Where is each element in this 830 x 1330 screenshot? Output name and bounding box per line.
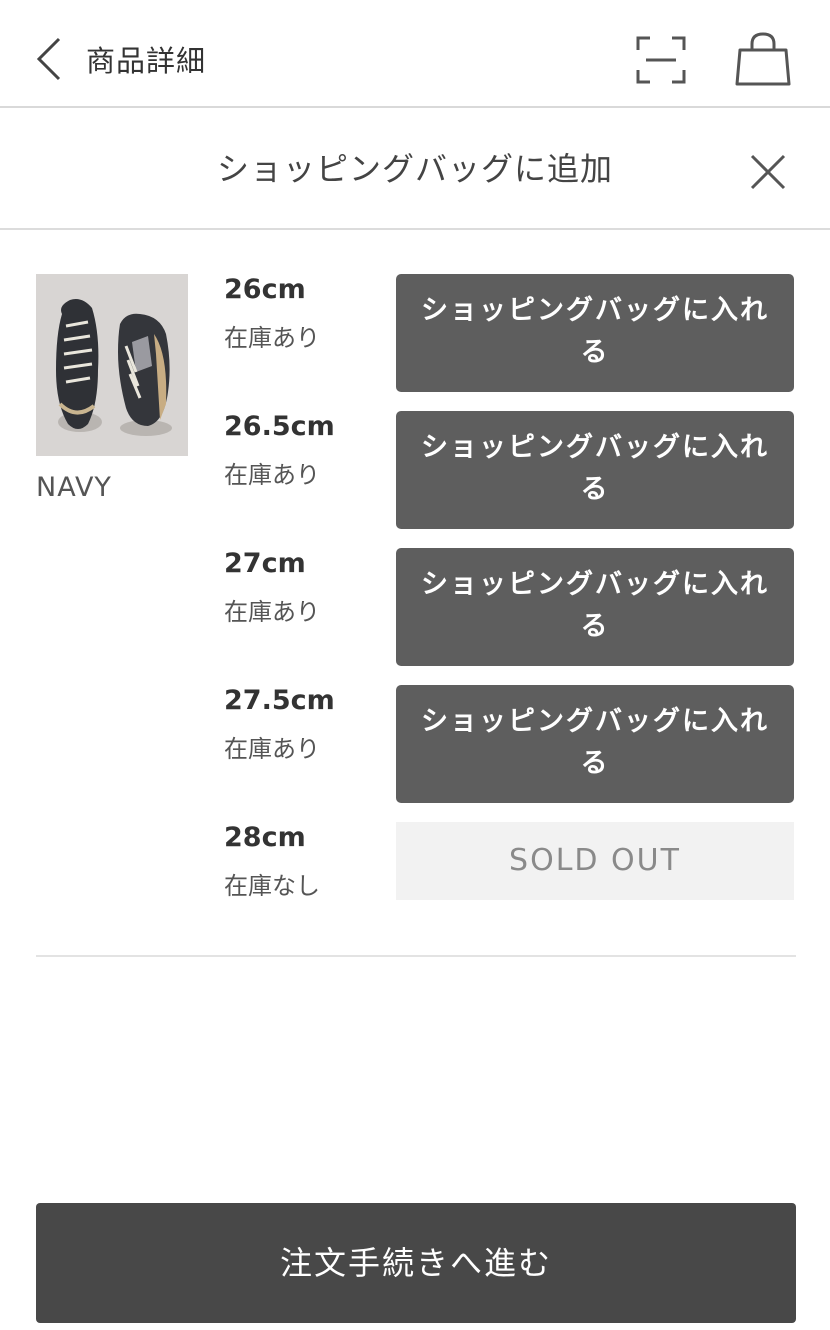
stock-status: 在庫あり: [224, 598, 320, 626]
page-title: 商品詳細: [86, 44, 207, 78]
sneaker-image: [36, 274, 188, 456]
sold-out-badge: SOLD OUT: [396, 822, 794, 900]
size-label: 28cm: [224, 822, 306, 853]
add-to-bag-button[interactable]: ショッピングバッグに入れる: [396, 274, 794, 392]
back-button[interactable]: [30, 34, 66, 84]
size-row-28: 28cm 在庫なし SOLD OUT: [224, 822, 796, 942]
size-row-27-5: 27.5cm 在庫あり ショッピングバッグに入れる: [224, 685, 796, 805]
divider: [36, 955, 796, 957]
size-row-27: 27cm 在庫あり ショッピングバッグに入れる: [224, 548, 796, 668]
size-row-26: 26cm 在庫あり ショッピングバッグに入れる: [224, 274, 796, 394]
top-nav-bar: 商品詳細: [0, 0, 830, 108]
shopping-bag-icon: [735, 32, 791, 86]
checkout-button[interactable]: 注文手続きへ進む: [36, 1203, 796, 1323]
stock-status: 在庫なし: [224, 872, 320, 900]
shopping-bag-button[interactable]: [732, 30, 794, 88]
modal-header: ショッピングバッグに追加: [0, 110, 830, 230]
scan-button[interactable]: [632, 32, 690, 88]
close-icon: [750, 154, 786, 190]
size-label: 27.5cm: [224, 685, 335, 716]
chevron-left-icon: [36, 37, 61, 81]
scan-icon: [636, 36, 686, 84]
modal-title: ショッピングバッグに追加: [216, 150, 613, 188]
stock-status: 在庫あり: [224, 735, 320, 763]
color-label: NAVY: [36, 472, 112, 503]
size-row-26-5: 26.5cm 在庫あり ショッピングバッグに入れる: [224, 411, 796, 531]
stock-status: 在庫あり: [224, 461, 320, 489]
close-button[interactable]: [744, 148, 792, 196]
size-label: 26.5cm: [224, 411, 335, 442]
size-label: 27cm: [224, 548, 306, 579]
add-to-bag-button[interactable]: ショッピングバッグに入れる: [396, 685, 794, 803]
add-to-bag-button[interactable]: ショッピングバッグに入れる: [396, 411, 794, 529]
add-to-bag-button[interactable]: ショッピングバッグに入れる: [396, 548, 794, 666]
product-image: [36, 274, 188, 456]
size-label: 26cm: [224, 274, 306, 305]
stock-status: 在庫あり: [224, 324, 320, 352]
